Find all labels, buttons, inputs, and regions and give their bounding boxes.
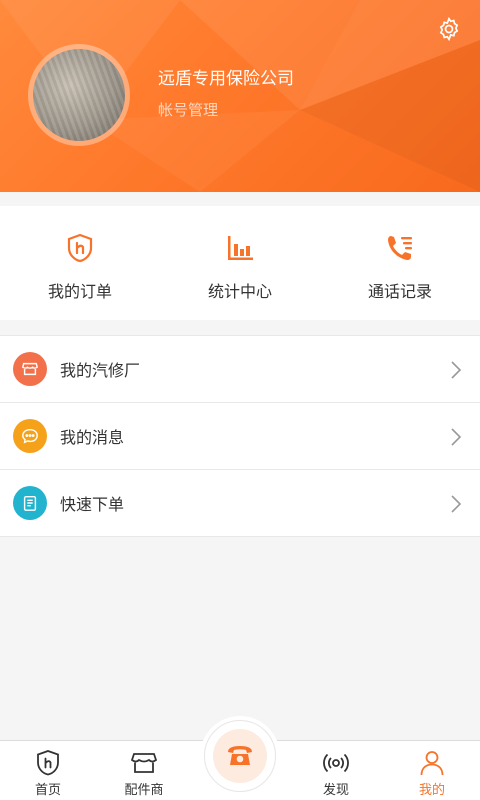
list-item-my-messages[interactable]: 我的消息 bbox=[0, 403, 480, 470]
clipboard-icon bbox=[13, 486, 47, 520]
list-item-label: 快速下单 bbox=[60, 495, 125, 514]
tab-label: 我的 bbox=[418, 783, 445, 798]
tab-mine[interactable]: 我的 bbox=[384, 741, 480, 800]
tab-home[interactable]: 首页 bbox=[0, 741, 96, 800]
list-item-quick-order[interactable]: 快速下单 bbox=[0, 470, 480, 537]
shield-order-icon bbox=[67, 233, 93, 263]
settings-gear-icon[interactable] bbox=[436, 16, 462, 42]
avatar-ring[interactable] bbox=[28, 44, 130, 146]
home-shield-icon bbox=[37, 750, 59, 776]
center-call-button[interactable] bbox=[204, 720, 276, 792]
phone-list-icon bbox=[388, 236, 412, 260]
quick-my-orders[interactable]: 我的订单 bbox=[0, 206, 160, 320]
quick-item-label: 统计中心 bbox=[207, 282, 272, 301]
list-item-label: 我的汽修厂 bbox=[60, 361, 141, 380]
broadcast-icon bbox=[323, 753, 349, 773]
quick-item-label: 通话记录 bbox=[367, 282, 432, 301]
chevron-right-icon bbox=[451, 361, 462, 379]
user-icon bbox=[420, 751, 444, 776]
tab-label: 配件商 bbox=[124, 783, 164, 798]
list-item-my-repair-shop[interactable]: 我的汽修厂 bbox=[0, 336, 480, 403]
list-item-label: 我的消息 bbox=[60, 428, 125, 447]
chevron-right-icon bbox=[451, 495, 462, 513]
bar-chart-icon bbox=[228, 236, 253, 260]
call-button-inner bbox=[213, 729, 267, 783]
avatar bbox=[33, 49, 125, 141]
quick-statistics[interactable]: 统计中心 bbox=[160, 206, 320, 320]
telephone-icon bbox=[228, 746, 252, 765]
account-management-link[interactable]: 帐号管理 bbox=[158, 99, 218, 120]
company-name: 远盾专用保险公司 bbox=[158, 69, 294, 89]
menu-list: 我的汽修厂 我的消息 快速下单 bbox=[0, 335, 480, 537]
tab-discover[interactable]: 发现 bbox=[288, 741, 384, 800]
tab-label: 首页 bbox=[34, 783, 61, 798]
chat-bubble-icon bbox=[13, 419, 47, 453]
profile-header: 远盾专用保险公司 帐号管理 bbox=[0, 0, 480, 192]
quick-menu: 我的订单 统计中心 通话记录 bbox=[0, 206, 480, 320]
shop-icon bbox=[13, 352, 47, 386]
tab-parts-suppliers[interactable]: 配件商 bbox=[96, 741, 192, 800]
shop-icon bbox=[130, 753, 158, 773]
chevron-right-icon bbox=[451, 428, 462, 446]
tab-label: 发现 bbox=[322, 783, 349, 798]
quick-item-label: 我的订单 bbox=[47, 282, 112, 301]
quick-call-records[interactable]: 通话记录 bbox=[320, 206, 480, 320]
